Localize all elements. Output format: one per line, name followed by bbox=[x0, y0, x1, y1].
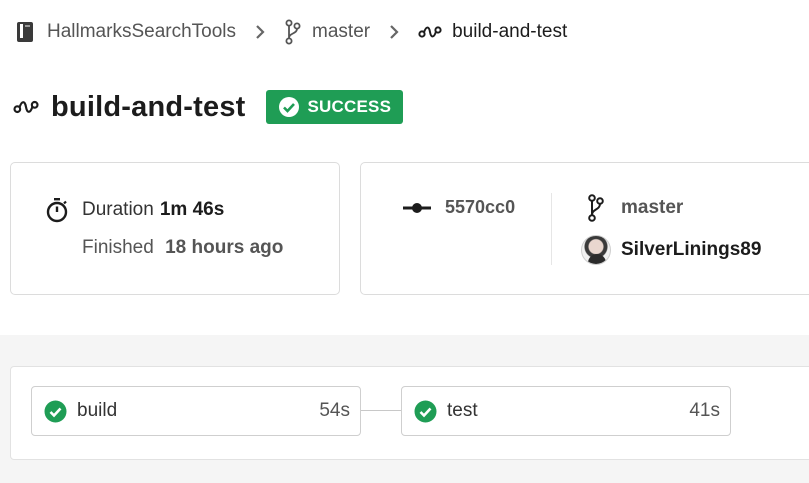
job-connector bbox=[361, 410, 401, 411]
check-circle-icon bbox=[278, 97, 299, 117]
breadcrumb-branch-label: master bbox=[312, 21, 371, 42]
username: SilverLinings89 bbox=[621, 239, 762, 260]
repository-icon bbox=[17, 22, 33, 42]
branch-name: master bbox=[621, 197, 684, 218]
duration-card: Duration 1m 46s Finished 18 hours ago bbox=[10, 162, 340, 295]
divider bbox=[551, 193, 552, 265]
breadcrumb: HallmarksSearchTools master build-and-te… bbox=[13, 18, 567, 46]
page-header: build-and-test SUCCESS bbox=[13, 90, 404, 124]
breadcrumb-workflow-label: build-and-test bbox=[452, 21, 568, 42]
duration-label: Duration bbox=[82, 199, 154, 220]
check-circle-icon bbox=[44, 400, 67, 422]
finished-row: Finished 18 hours ago bbox=[82, 237, 283, 259]
branch-icon bbox=[285, 19, 301, 45]
branch-icon bbox=[588, 194, 604, 222]
branch-link[interactable]: master bbox=[587, 194, 683, 222]
status-badge: SUCCESS bbox=[265, 90, 404, 124]
finished-value: 18 hours ago bbox=[165, 237, 284, 258]
commit-link[interactable]: 5570cc0 bbox=[403, 197, 515, 218]
status-label: SUCCESS bbox=[307, 97, 392, 116]
breadcrumb-branch[interactable]: master bbox=[284, 19, 370, 45]
chevron-right-icon bbox=[254, 24, 266, 40]
finished-label: Finished bbox=[82, 237, 154, 258]
job-duration: 41s bbox=[689, 400, 720, 421]
duration-row: Duration 1m 46s bbox=[44, 197, 224, 223]
duration-value: 1m 46s bbox=[159, 199, 225, 220]
breadcrumb-repo[interactable]: HallmarksSearchTools bbox=[13, 20, 236, 44]
commit-icon bbox=[403, 202, 431, 213]
commit-card: 5570cc0 master SilverLinings89 bbox=[360, 162, 809, 295]
user-link[interactable]: SilverLinings89 bbox=[581, 235, 761, 265]
job-name: build bbox=[77, 400, 118, 421]
job-name: test bbox=[447, 400, 478, 421]
breadcrumb-repo-label: HallmarksSearchTools bbox=[47, 21, 237, 42]
avatar bbox=[581, 235, 611, 265]
chevron-right-icon bbox=[388, 24, 400, 40]
workflow-icon bbox=[418, 26, 442, 38]
stopwatch-icon bbox=[46, 198, 68, 223]
job-build[interactable]: build 54s bbox=[31, 386, 361, 436]
page-title: build-and-test bbox=[51, 90, 246, 123]
commit-sha: 5570cc0 bbox=[445, 197, 516, 217]
job-test[interactable]: test 41s bbox=[401, 386, 731, 436]
job-duration: 54s bbox=[319, 400, 350, 421]
check-circle-icon bbox=[414, 400, 437, 422]
breadcrumb-workflow: build-and-test bbox=[418, 20, 567, 44]
workflow-icon bbox=[13, 100, 39, 114]
